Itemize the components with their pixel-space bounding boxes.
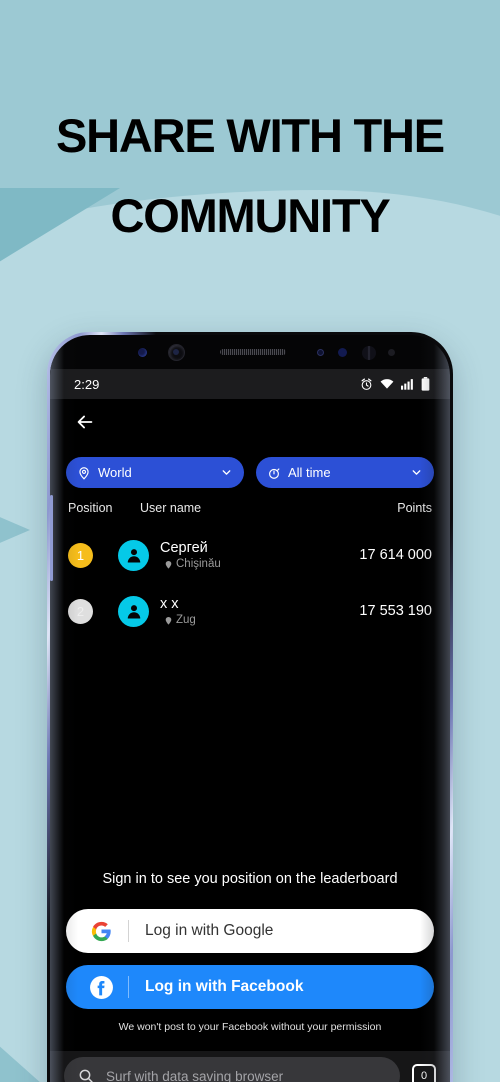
sensor-tiny-icon bbox=[388, 349, 395, 356]
button-divider bbox=[128, 920, 129, 942]
user-points: 17 553 190 bbox=[359, 603, 432, 619]
table-row[interactable]: 1 Сергей Chişinău 17 614 000 bbox=[66, 527, 434, 583]
status-time: 2:29 bbox=[74, 376, 100, 392]
facebook-disclaimer: We won't post to your Facebook without y… bbox=[118, 1021, 382, 1033]
avatar bbox=[118, 595, 149, 627]
search-input[interactable]: Surf with data saving browser bbox=[64, 1057, 400, 1082]
filter-time-dropdown[interactable]: All time bbox=[256, 457, 434, 488]
headline-line-1: SHARE WITH THE bbox=[56, 109, 445, 162]
user-location-label: Chişinău bbox=[176, 557, 221, 570]
status-icon-group bbox=[360, 377, 430, 391]
user-name: x x bbox=[160, 595, 179, 612]
sensor-dot-icon bbox=[138, 348, 147, 357]
rank-badge: 1 bbox=[68, 542, 93, 568]
tab-count-label: 0 bbox=[420, 1070, 428, 1082]
google-icon bbox=[88, 921, 114, 942]
filter-time-label: All time bbox=[288, 465, 331, 480]
filter-bar: World All time bbox=[66, 457, 434, 488]
rank-cell: 1 bbox=[68, 542, 118, 568]
avatar bbox=[118, 539, 149, 571]
user-info: x x Zug bbox=[160, 595, 359, 628]
facebook-icon bbox=[88, 975, 114, 1000]
filter-region-label: World bbox=[98, 465, 132, 480]
chevron-down-icon bbox=[222, 470, 231, 475]
phone-screen: 2:29 World All time Position User name P… bbox=[50, 335, 450, 1082]
rank-badge: 2 bbox=[68, 598, 93, 624]
front-camera-icon bbox=[168, 344, 185, 361]
google-login-label: Log in with Google bbox=[145, 922, 274, 939]
leaderboard-column-headers: Position User name Points bbox=[66, 501, 434, 515]
table-row[interactable]: 2 x x Zug 17 553 190 bbox=[66, 583, 434, 639]
signal-icon bbox=[401, 379, 413, 390]
phone-side-button[interactable] bbox=[50, 495, 53, 581]
signin-prompt: Sign in to see you position on the leade… bbox=[102, 871, 398, 887]
user-location: Zug bbox=[160, 613, 359, 628]
column-header-position: Position bbox=[68, 501, 113, 515]
tab-counter-button[interactable]: 0 bbox=[412, 1064, 436, 1082]
search-placeholder: Surf with data saving browser bbox=[106, 1068, 284, 1082]
user-points: 17 614 000 bbox=[359, 547, 432, 563]
column-header-username: User name bbox=[140, 501, 202, 515]
location-pin-icon bbox=[165, 560, 172, 569]
light-sensor-icon bbox=[362, 346, 376, 360]
phone-bezel-sensors bbox=[50, 335, 450, 369]
filter-region-dropdown[interactable]: World bbox=[66, 457, 244, 488]
user-info: Сергей Chişinău bbox=[160, 539, 359, 572]
facebook-login-button[interactable]: Log in with Facebook bbox=[66, 965, 434, 1009]
app-bar bbox=[66, 399, 434, 445]
leaderboard-screen: World All time Position User name Points… bbox=[50, 399, 450, 1082]
user-location-label: Zug bbox=[176, 613, 196, 626]
promo-headline: SHARE WITH THE COMMUNITY bbox=[0, 96, 500, 256]
user-name: Сергей bbox=[160, 539, 208, 556]
back-arrow-icon[interactable] bbox=[74, 411, 96, 433]
facebook-login-label: Log in with Facebook bbox=[145, 978, 304, 995]
battery-icon bbox=[421, 377, 430, 391]
phone-mockup: 2:29 World All time Position User name P… bbox=[47, 332, 453, 1082]
alarm-icon bbox=[361, 377, 372, 390]
headline-line-2: COMMUNITY bbox=[110, 189, 390, 242]
signin-section: Sign in to see you position on the leade… bbox=[66, 871, 434, 1033]
proximity-sensor-icon bbox=[317, 349, 324, 356]
person-icon bbox=[127, 605, 140, 619]
chevron-down-icon bbox=[412, 470, 421, 475]
person-icon bbox=[127, 549, 140, 563]
location-pin-icon bbox=[79, 466, 89, 480]
rank-cell: 2 bbox=[68, 598, 118, 624]
google-login-button[interactable]: Log in with Google bbox=[66, 909, 434, 953]
leaderboard-list: 1 Сергей Chişinău 17 614 000 2 x x Zug 1… bbox=[66, 527, 434, 639]
user-location: Chişinău bbox=[160, 557, 359, 572]
stopwatch-icon bbox=[269, 467, 280, 479]
wifi-icon bbox=[380, 379, 394, 389]
location-pin-icon bbox=[165, 616, 172, 625]
promo-screenshot: SHARE WITH THE COMMUNITY 2:29 World All … bbox=[0, 0, 500, 1082]
iris-sensor-icon bbox=[338, 348, 347, 357]
button-divider bbox=[128, 976, 129, 998]
column-header-points: Points bbox=[397, 501, 432, 515]
earpiece-speaker-icon bbox=[220, 349, 286, 355]
browser-bottom-bar: Surf with data saving browser 0 bbox=[50, 1051, 450, 1082]
search-icon bbox=[79, 1069, 93, 1082]
status-bar: 2:29 bbox=[50, 369, 450, 399]
